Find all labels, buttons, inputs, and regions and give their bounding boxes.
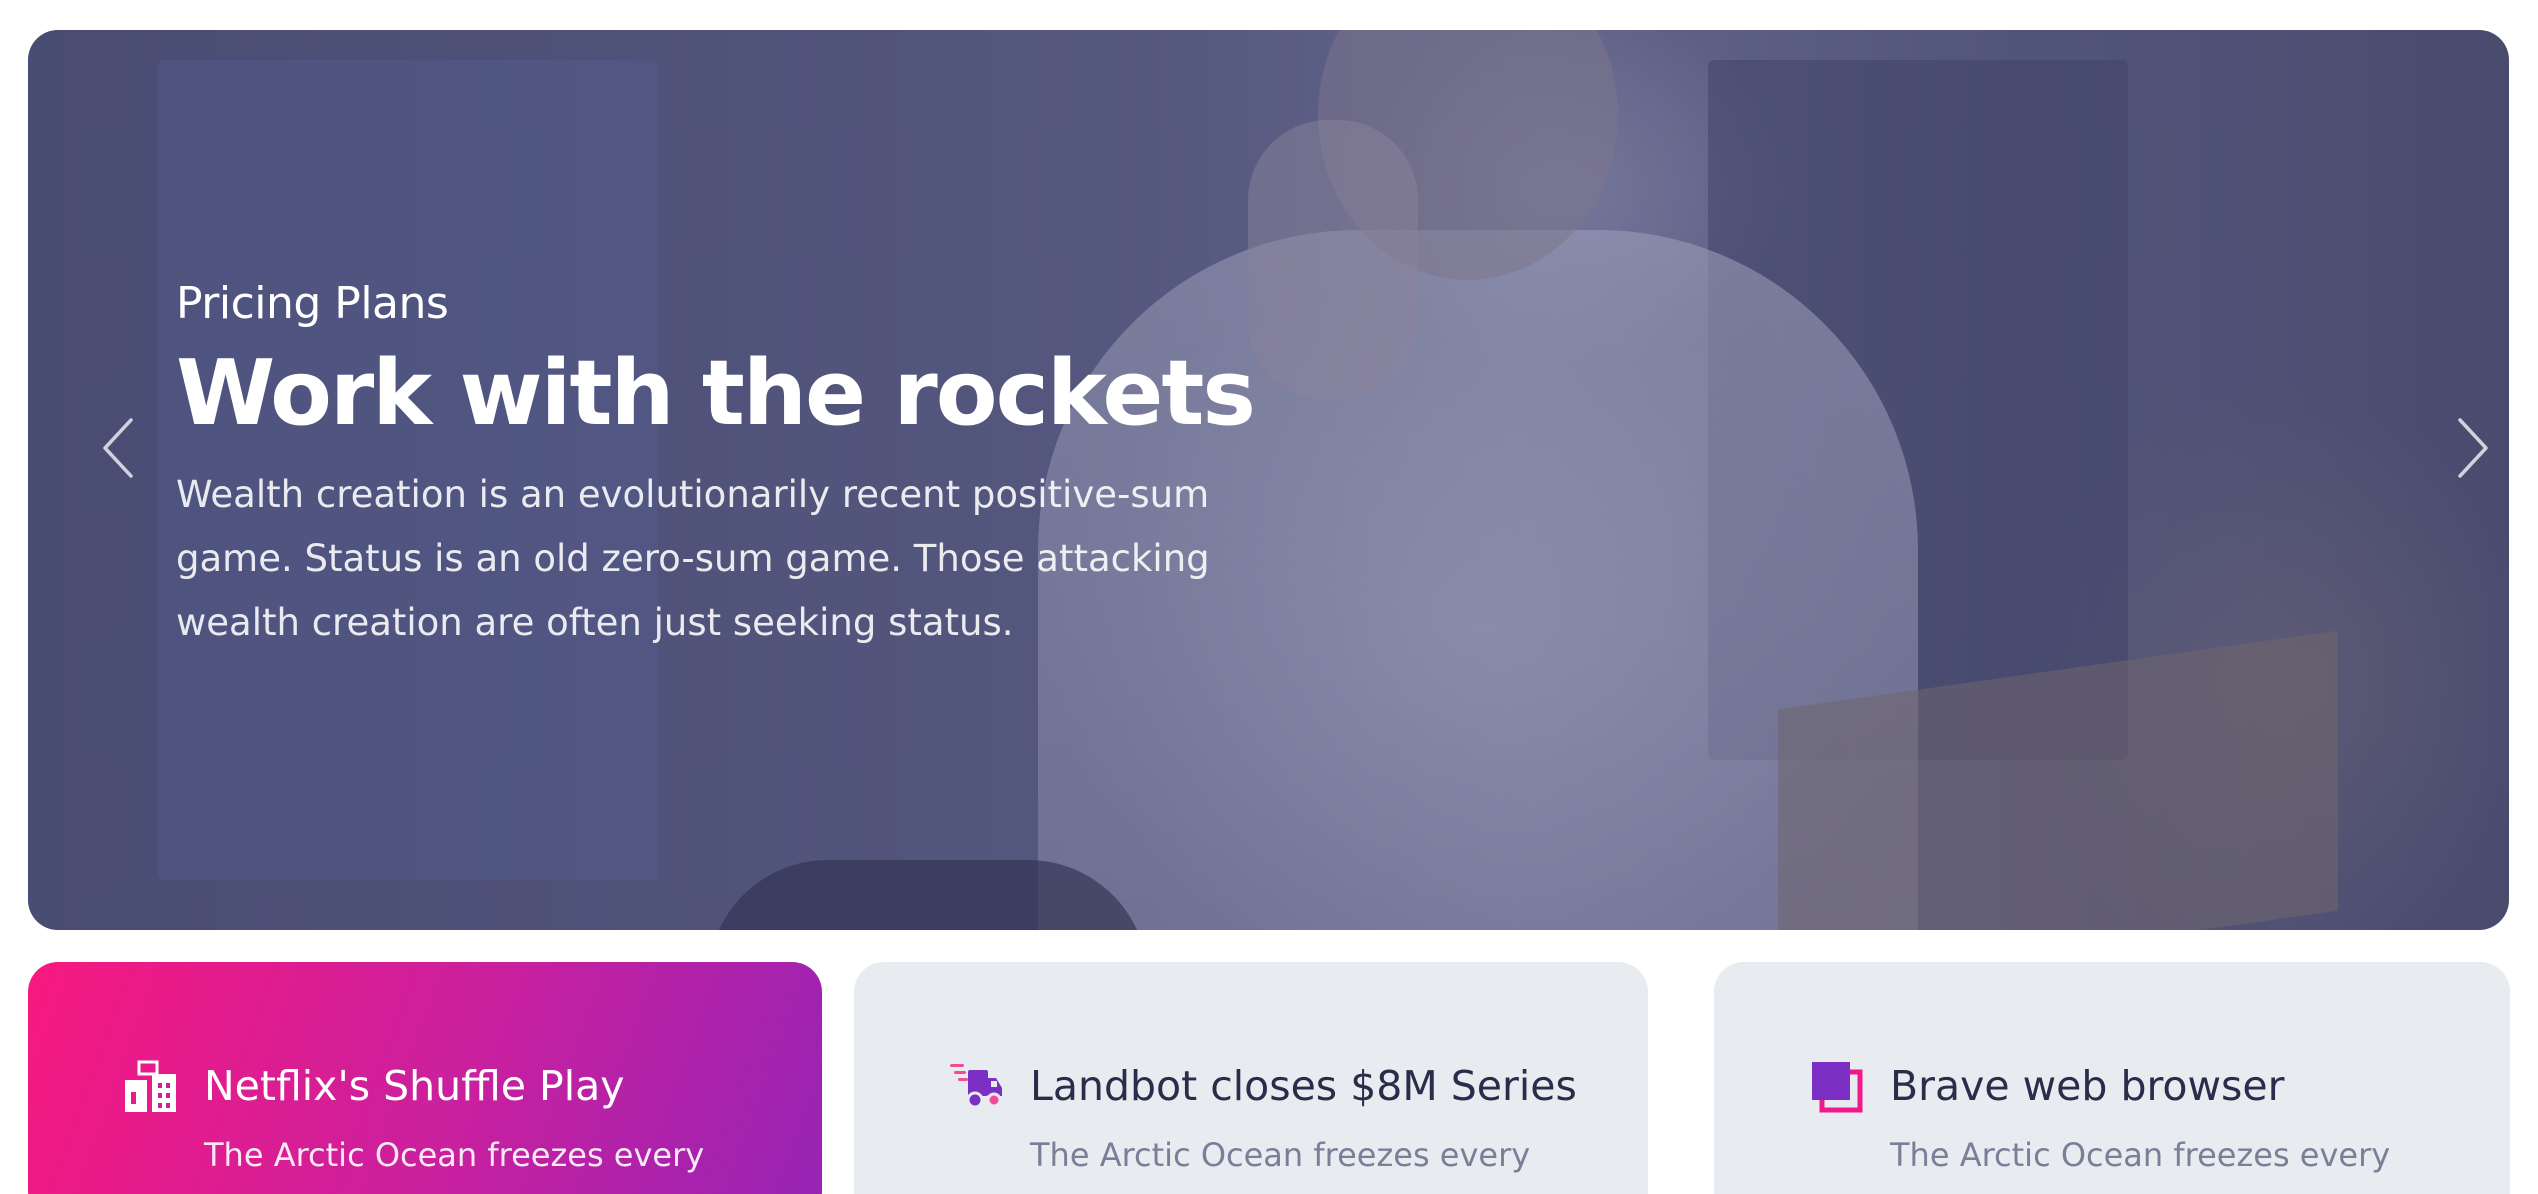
hero-content: Pricing Plans Work with the rockets Weal…: [176, 275, 1256, 655]
hero-description: Wealth creation is an evolutionarily rec…: [176, 473, 1210, 644]
feature-card[interactable]: Netflix's Shuffle Play The Arctic Ocean …: [28, 962, 822, 1194]
chevron-right-icon: [2458, 418, 2488, 478]
card-title: Landbot closes $8M Series: [1030, 1062, 1577, 1110]
card-text: The Arctic Ocean freezes every: [204, 1136, 705, 1174]
building-icon: [122, 1058, 178, 1114]
card-title: Brave web browser: [1890, 1062, 2285, 1110]
slider-next-button[interactable]: [2443, 413, 2503, 483]
card-text: The Arctic Ocean freezes every: [1890, 1136, 2391, 1174]
delivery-truck-icon: [948, 1058, 1004, 1114]
hero-slider: Pricing Plans Work with the rockets Weal…: [28, 30, 2509, 930]
slider-prev-button[interactable]: [88, 413, 148, 483]
chevron-left-icon: [103, 418, 133, 478]
layers-icon: [1808, 1058, 1864, 1114]
card-text: The Arctic Ocean freezes every: [1030, 1136, 1531, 1174]
card-title: Netflix's Shuffle Play: [204, 1062, 625, 1110]
feature-card[interactable]: Landbot closes $8M Series The Arctic Oce…: [854, 962, 1648, 1194]
feature-card[interactable]: Brave web browser The Arctic Ocean freez…: [1714, 962, 2510, 1194]
hero-kicker: Pricing Plans: [176, 278, 449, 329]
hero-title: Work with the rockets: [176, 341, 1256, 446]
page: Pricing Plans Work with the rockets Weal…: [0, 0, 2538, 1194]
